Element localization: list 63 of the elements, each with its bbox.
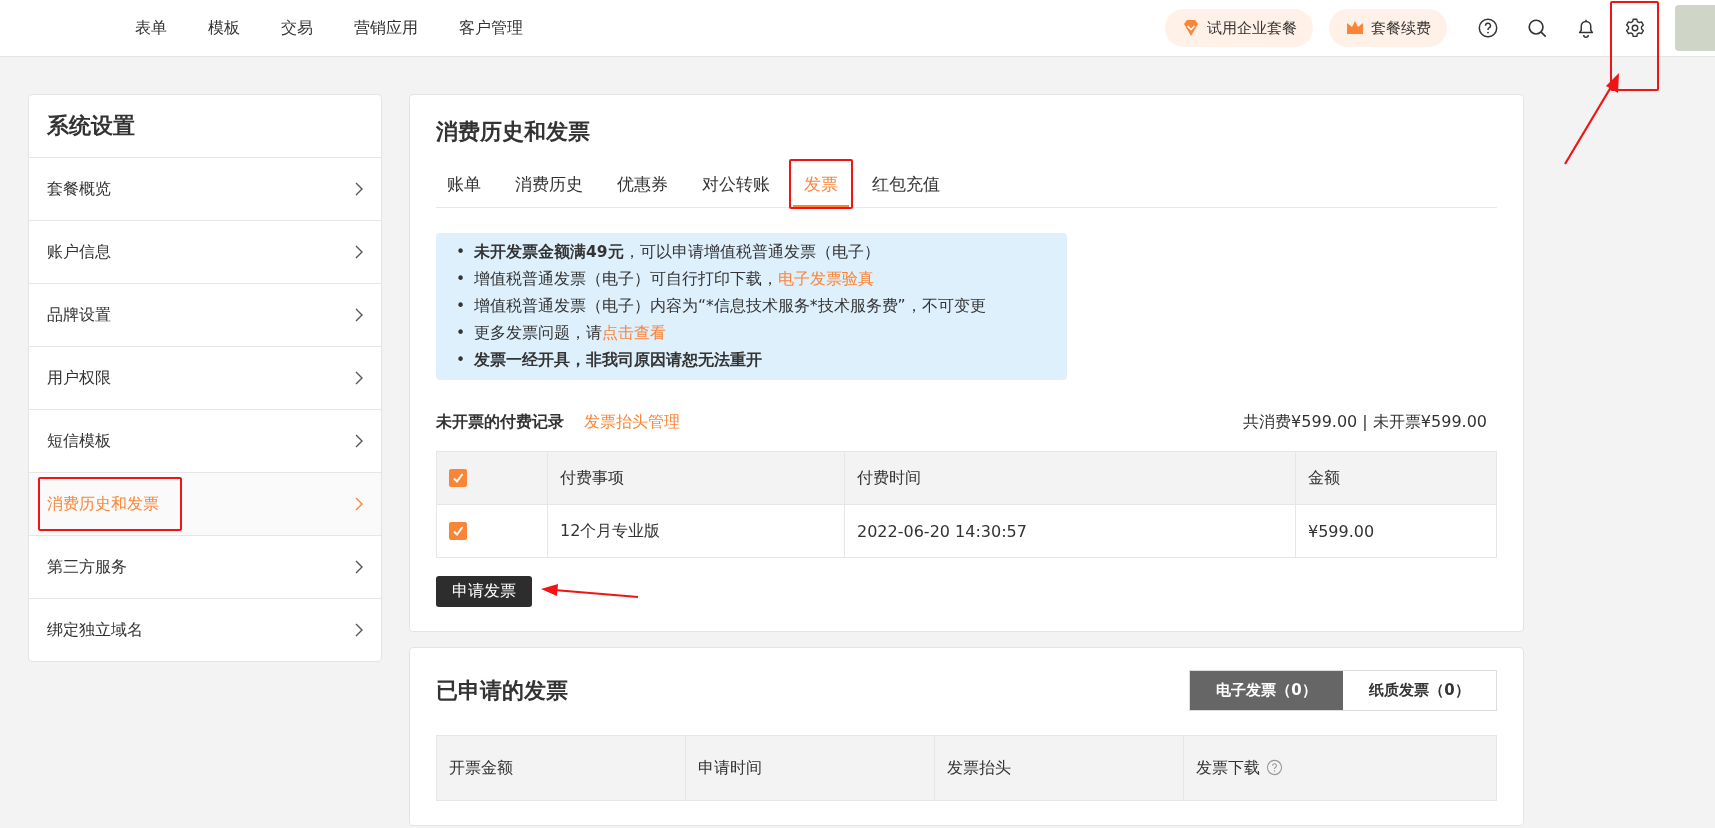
bullet: • (456, 296, 467, 317)
column-header: 开票金额 (449, 757, 513, 777)
sidebar-title: 系统设置 (29, 95, 381, 158)
column-header: 申请时间 (697, 757, 762, 777)
chevron-right-icon (353, 433, 365, 449)
sidebar-item[interactable]: 第三方服务 (29, 536, 381, 599)
card-title: 已申请的发票 (436, 676, 568, 705)
table-cell: ¥599.00 (1295, 504, 1497, 558)
renew-plan-button[interactable]: 套餐续费 (1329, 9, 1447, 47)
notice-text: 发票一经开具，非我司原因请恕无法重开 (474, 350, 762, 371)
chevron-right-icon (353, 307, 365, 323)
bullet: • (456, 323, 467, 344)
segment-button[interactable]: 电子发票（0） (1190, 671, 1343, 710)
nav-link[interactable]: 模板 (208, 17, 240, 39)
highlight-frame (789, 159, 853, 209)
nav-link[interactable]: 营销应用 (354, 17, 418, 39)
tab[interactable]: 对公转账 (691, 165, 781, 207)
notice-text: 增值税普通发票（电子）可自行打印下载， (474, 269, 778, 290)
notice-text: 未开发票金额满49元，可以申请增值税普通发票（电子） (474, 242, 880, 263)
bullet: • (456, 350, 467, 371)
bullet: • (456, 242, 467, 263)
sidebar-item[interactable]: 品牌设置 (29, 284, 381, 347)
notice-text: 更多发票问题，请 (474, 323, 602, 344)
sidebar-item[interactable]: 绑定独立域名 (29, 599, 381, 661)
chevron-right-icon (353, 370, 365, 386)
checkbox[interactable] (449, 469, 467, 487)
checkbox[interactable] (449, 522, 467, 540)
sidebar-item[interactable]: 账户信息 (29, 221, 381, 284)
chevron-right-icon (353, 181, 365, 197)
table-cell: 12个月专业版 (547, 504, 845, 558)
search-icon (1525, 16, 1548, 39)
help-icon[interactable] (1265, 758, 1283, 776)
column-header: 付费事项 (547, 451, 845, 505)
chevron-right-icon (353, 559, 365, 575)
chevron-right-icon (353, 622, 365, 638)
check-icon (452, 525, 464, 537)
check-icon (452, 472, 464, 484)
nav-link[interactable]: 交易 (281, 17, 313, 39)
column-header: 发票下载 (1195, 757, 1260, 777)
bullet: • (456, 269, 467, 290)
tab[interactable]: 优惠券 (606, 165, 679, 207)
column-header: 发票抬头 (946, 757, 1011, 777)
notice-text: 增值税普通发票（电子）内容为“*信息技术服务*技术服务费”，不可变更 (474, 296, 986, 317)
card-title: 消费历史和发票 (436, 118, 591, 146)
trial-plan-button[interactable]: 试用企业套餐 (1165, 9, 1313, 47)
chevron-right-icon (353, 496, 365, 512)
diamond-icon (1181, 18, 1201, 38)
nav-link[interactable]: 客户管理 (459, 17, 523, 39)
total-summary: 共消费¥599.00 | 未开票¥599.00 (1243, 412, 1487, 433)
table-cell: 2022-06-20 14:30:57 (844, 504, 1296, 558)
tab[interactable]: 消费历史 (504, 165, 594, 207)
tab[interactable]: 账单 (436, 165, 492, 207)
sidebar-item[interactable]: 套餐概览 (29, 158, 381, 221)
column-header: 付费时间 (844, 451, 1296, 505)
column-header: 金额 (1295, 451, 1497, 505)
section-title: 未开票的付费记录 (436, 412, 564, 433)
tab[interactable]: 红包充值 (861, 165, 951, 207)
sidebar-item[interactable]: 用户权限 (29, 347, 381, 410)
help-icon (1476, 16, 1499, 39)
settings-icon (1623, 16, 1646, 39)
chevron-right-icon (353, 244, 365, 260)
nav-link[interactable]: 表单 (135, 17, 167, 39)
apply-invoice-button[interactable]: 申请发票 (436, 576, 532, 607)
